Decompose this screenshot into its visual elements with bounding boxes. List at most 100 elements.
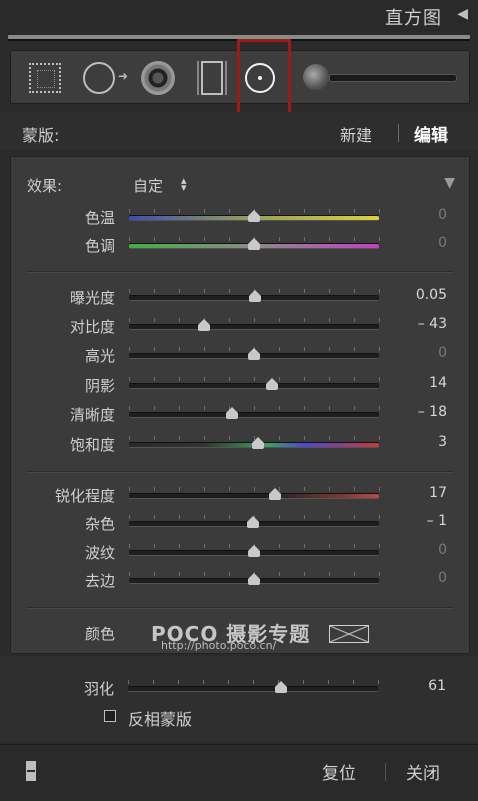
- tick-mark: [178, 680, 179, 684]
- slider-handle-icon[interactable]: [249, 290, 262, 302]
- invert-mask-checkbox[interactable]: [104, 710, 116, 722]
- slider-value-defringe[interactable]: 0: [387, 570, 447, 586]
- tick-mark: [179, 572, 180, 576]
- slider-track-contrast[interactable]: [129, 324, 379, 330]
- selected-tool-highlight: [237, 39, 291, 117]
- tick-mark: [379, 487, 380, 491]
- slider-handle-icon[interactable]: [248, 545, 260, 557]
- slider-value-sharpness[interactable]: 17: [387, 485, 447, 501]
- mask-edit-button[interactable]: 编辑: [414, 121, 448, 146]
- tick-mark: [379, 572, 380, 576]
- effect-preset-select[interactable]: 自定: [133, 175, 163, 196]
- slider-value-moire[interactable]: 0: [387, 542, 447, 558]
- tick-mark: [179, 436, 180, 440]
- tick-mark: [379, 515, 380, 519]
- tick-mark: [179, 544, 180, 548]
- tick-mark: [279, 289, 280, 293]
- toggle-switch-icon[interactable]: [26, 761, 36, 781]
- slider-handle-icon[interactable]: [274, 681, 287, 693]
- feather-value[interactable]: 61: [386, 678, 446, 694]
- tick-mark: [229, 318, 230, 322]
- tick-mark: [154, 347, 155, 351]
- tick-mark: [354, 572, 355, 576]
- slider-handle-icon[interactable]: [248, 210, 260, 222]
- tick-mark: [154, 572, 155, 576]
- tick-mark: [128, 680, 129, 684]
- tick-mark: [154, 289, 155, 293]
- slider-value-exposure[interactable]: 0.05: [387, 287, 447, 303]
- watermark-url: http://photo.poco.cn/: [161, 639, 277, 652]
- slider-handle-icon[interactable]: [251, 437, 264, 449]
- invert-mask-label[interactable]: 反相蒙版: [128, 706, 192, 730]
- tick-mark: [354, 289, 355, 293]
- tick-mark: [329, 436, 330, 440]
- slider-handle-icon[interactable]: [248, 238, 260, 250]
- tick-mark: [279, 436, 280, 440]
- tick-mark: [204, 237, 205, 241]
- slider-value-saturation[interactable]: 3: [387, 434, 447, 450]
- tick-mark: [279, 347, 280, 351]
- slider-value-contrast[interactable]: – 43: [387, 316, 447, 332]
- graduated-filter-icon[interactable]: [197, 61, 227, 95]
- slider-value-shadows[interactable]: 14: [387, 375, 447, 391]
- tick-mark: [154, 436, 155, 440]
- slider-label-saturation: 饱和度: [69, 436, 115, 454]
- red-eye-icon[interactable]: [141, 61, 175, 95]
- slider-label-temp: 色温: [84, 209, 115, 227]
- reset-button[interactable]: 复位: [322, 759, 356, 784]
- tick-mark: [154, 209, 155, 213]
- spot-removal-icon[interactable]: [83, 62, 115, 94]
- tick-mark: [304, 515, 305, 519]
- section-divider: [27, 471, 453, 473]
- tick-mark: [354, 347, 355, 351]
- bottom-separator: [385, 763, 386, 781]
- tick-mark: [304, 209, 305, 213]
- slider-track-shadows[interactable]: [129, 383, 379, 389]
- tick-mark: [279, 544, 280, 548]
- feather-ticks: [128, 680, 379, 684]
- close-button[interactable]: 关闭: [406, 759, 440, 784]
- chevron-updown-icon[interactable]: ▴ ▾: [181, 175, 187, 193]
- tick-mark: [154, 377, 155, 381]
- tick-mark: [253, 680, 254, 684]
- adjustment-brush-icon[interactable]: [303, 64, 329, 90]
- tick-mark: [329, 318, 330, 322]
- tick-mark: [179, 209, 180, 213]
- tick-mark: [379, 209, 380, 213]
- slider-handle-icon[interactable]: [246, 516, 259, 528]
- tick-mark: [179, 237, 180, 241]
- tick-mark: [329, 209, 330, 213]
- tick-mark: [129, 289, 130, 293]
- triangle-left-icon[interactable]: ◀: [457, 6, 468, 22]
- tick-mark: [204, 347, 205, 351]
- mask-new-button[interactable]: 新建: [340, 122, 372, 146]
- crop-tool-icon[interactable]: [29, 63, 61, 93]
- tick-mark: [329, 347, 330, 351]
- empty-color-swatch-icon[interactable]: [329, 625, 369, 643]
- histogram-title: 直方图: [385, 8, 442, 29]
- brush-size-track[interactable]: [329, 74, 457, 82]
- tool-strip: ➜: [10, 39, 470, 117]
- slider-handle-icon[interactable]: [248, 348, 260, 360]
- tick-mark: [229, 377, 230, 381]
- tick-mark: [254, 377, 255, 381]
- slider-label-defringe: 去边: [84, 572, 115, 590]
- slider-handle-icon[interactable]: [269, 488, 282, 500]
- tick-mark: [229, 237, 230, 241]
- tick-mark: [329, 544, 330, 548]
- slider-track-sharpness[interactable]: [129, 493, 379, 499]
- slider-handle-icon[interactable]: [198, 319, 210, 331]
- slider-value-highlights[interactable]: 0: [387, 345, 447, 361]
- tick-mark: [204, 544, 205, 548]
- panel-menu-triangle-icon[interactable]: ▼: [444, 175, 455, 191]
- slider-track-clarity[interactable]: [129, 412, 379, 418]
- tick-mark: [379, 377, 380, 381]
- slider-value-clarity[interactable]: – 18: [387, 404, 447, 420]
- slider-value-temp[interactable]: 0: [387, 207, 447, 223]
- slider-handle-icon[interactable]: [248, 573, 260, 585]
- slider-value-tint[interactable]: 0: [387, 235, 447, 251]
- slider-handle-icon[interactable]: [265, 378, 278, 390]
- slider-handle-icon[interactable]: [225, 407, 238, 419]
- feather-track[interactable]: [128, 686, 378, 692]
- slider-value-noise[interactable]: – 1: [387, 513, 447, 529]
